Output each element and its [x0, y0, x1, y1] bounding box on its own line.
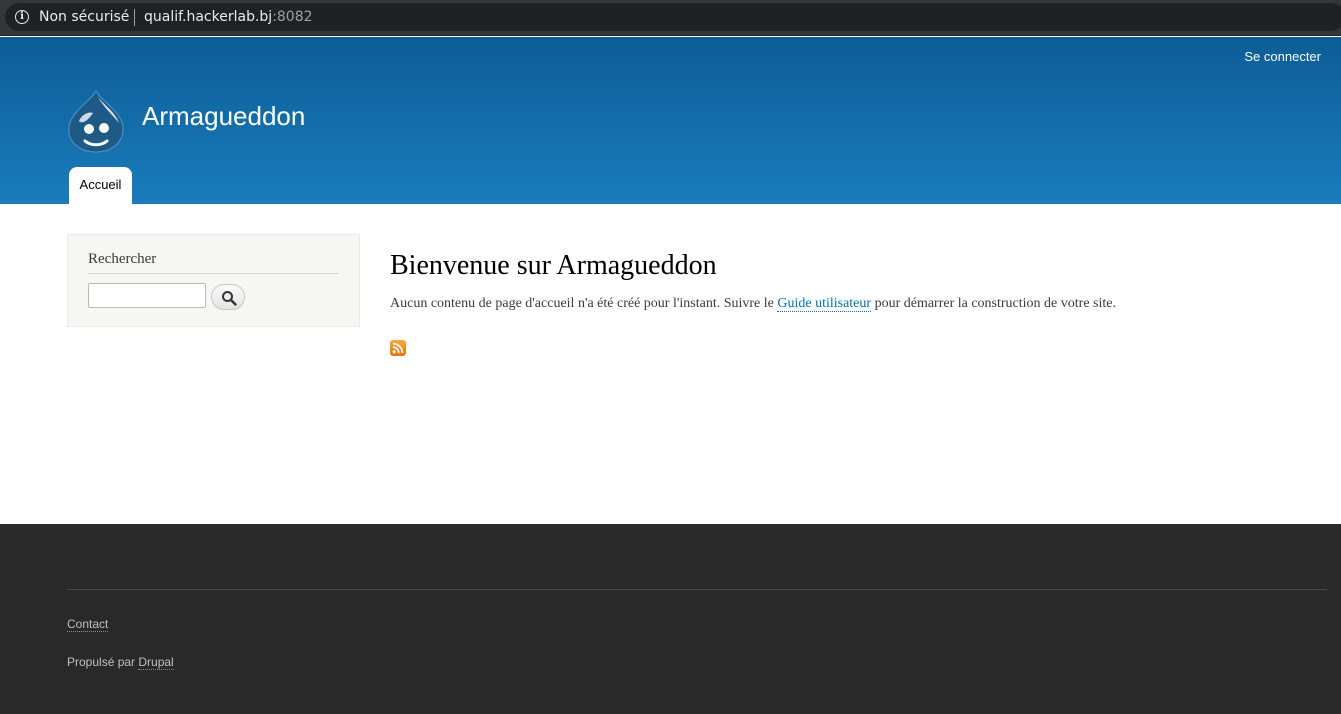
intro-text: Aucun contenu de page d'accueil n'a été … [390, 296, 1116, 312]
user-guide-link[interactable]: Guide utilisateur [777, 296, 872, 312]
url-separator [134, 9, 135, 26]
search-button[interactable] [211, 284, 245, 310]
powered-by-prefix: Propulsé par [67, 655, 139, 669]
url-text[interactable]: qualif.hackerlab.bj:8082 [144, 8, 313, 26]
search-icon [222, 291, 237, 306]
intro-text-before: Aucun contenu de page d'accueil n'a été … [390, 296, 778, 311]
powered-by: Propulsé par Drupal [67, 655, 174, 670]
url-port: :8082 [272, 9, 313, 25]
contact-link[interactable]: Contact [67, 617, 109, 632]
omnibox[interactable]: i Non sécurisé qualif.hackerlab.bj:8082 [5, 3, 1341, 31]
search-block: Rechercher [67, 234, 360, 327]
login-link[interactable]: Se connecter [1244, 49, 1321, 64]
search-block-title: Rechercher [88, 251, 157, 267]
drupal-logo-icon[interactable] [67, 89, 125, 153]
page-title: Bienvenue sur Armagueddon [390, 250, 717, 281]
site-footer: Contact Propulsé par Drupal [0, 524, 1341, 714]
drupal-link[interactable]: Drupal [138, 655, 174, 670]
rss-feed-icon[interactable] [390, 340, 406, 356]
tab-accueil[interactable]: Accueil [69, 167, 132, 204]
intro-text-after: pour démarrer la construction de votre s… [871, 296, 1116, 311]
url-host: qualif.hackerlab.bj [144, 9, 273, 25]
browser-url-bar: i Non sécurisé qualif.hackerlab.bj:8082 [0, 0, 1341, 36]
search-input[interactable] [88, 283, 206, 308]
security-status-label[interactable]: Non sécurisé [39, 8, 129, 26]
footer-divider [67, 589, 1327, 590]
info-icon[interactable]: i [15, 10, 29, 24]
site-header: Se connecter Armagueddon Accueil [0, 37, 1341, 204]
divider [88, 273, 339, 274]
site-name[interactable]: Armagueddon [142, 101, 305, 132]
